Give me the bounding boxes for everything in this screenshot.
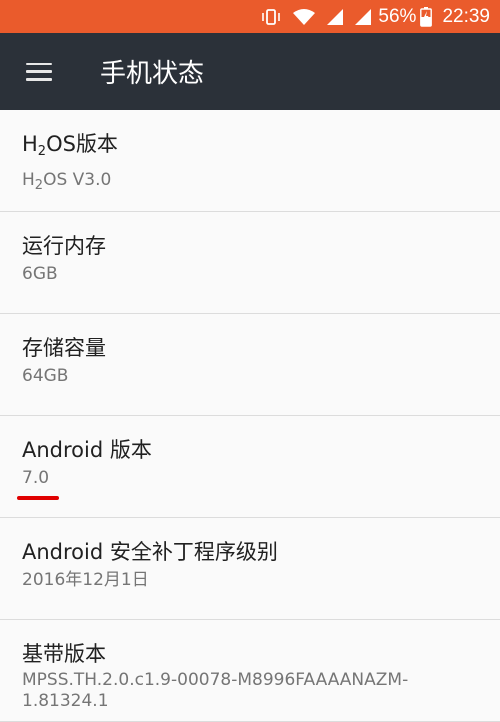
list-item-value: 2016年12月1日: [22, 570, 149, 590]
wifi-icon: [292, 8, 316, 26]
list-item-title: H2OS版本: [22, 132, 118, 159]
list-item-title: 基带版本: [22, 642, 106, 666]
list-item-value: 7.0: [22, 468, 50, 488]
list-item-android-version[interactable]: Android 版本 7.0: [0, 416, 500, 518]
list-item-value: 6GB: [22, 264, 58, 284]
list-item-title: 运行内存: [22, 234, 106, 258]
list-item-h2os-version[interactable]: H2OS版本 H2OS V3.0: [0, 110, 500, 212]
list-item-storage[interactable]: 存储容量 64GB: [0, 314, 500, 416]
page-title: 手机状态: [100, 59, 205, 89]
battery-percent: 56%: [378, 5, 417, 27]
signal-icon: [354, 8, 372, 26]
list-item-title: 存储容量: [22, 336, 106, 360]
list-item-value: H2OS V3.0: [22, 170, 112, 193]
list-item-title: Android 安全补丁程序级别: [22, 540, 278, 564]
list-item-value: MPSS.TH.2.0.c1.9-00078-M8996FAAAANAZM-1.…: [22, 670, 409, 711]
app-bar: 手机状态: [0, 33, 500, 110]
status-bar: 56% 22:39: [0, 0, 500, 33]
signal-icon: [326, 8, 344, 26]
list-item-title: Android 版本: [22, 438, 152, 462]
list-item-baseband[interactable]: 基带版本 MPSS.TH.2.0.c1.9-00078-M8996FAAAANA…: [0, 620, 500, 722]
clock-time: 22:39: [442, 5, 490, 27]
battery-charging-icon: [420, 6, 433, 27]
list-item-security-patch[interactable]: Android 安全补丁程序级别 2016年12月1日: [0, 518, 500, 620]
vibrate-icon: [260, 8, 282, 26]
list-item-value: 64GB: [22, 366, 69, 386]
menu-icon[interactable]: [26, 62, 52, 81]
list-item-ram[interactable]: 运行内存 6GB: [0, 212, 500, 314]
red-underline-annotation: [17, 496, 59, 500]
status-list: H2OS版本 H2OS V3.0 运行内存 6GB 存储容量 64GB Andr…: [0, 110, 500, 722]
